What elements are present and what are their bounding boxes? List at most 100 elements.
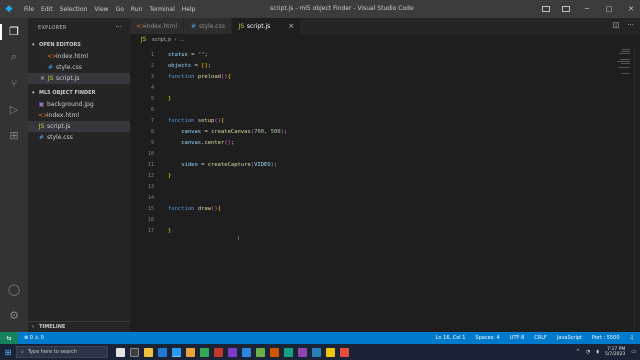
extensions-icon[interactable]: ⊞ [7,128,21,142]
open-editor-item-active[interactable]: × JS script.js [28,73,130,84]
source-control-icon[interactable]: ⑂ [7,76,21,90]
toggle-sidebar-layout-icon[interactable] [542,6,550,12]
open-editor-item[interactable]: # style.css [28,62,130,73]
encoding[interactable]: UTF-8 [510,335,525,341]
menu-edit[interactable]: Edit [41,6,53,13]
vertical-scrollbar[interactable] [634,45,640,332]
account-icon[interactable]: ◯ [7,282,21,296]
image-file-icon: ▣ [38,101,45,108]
file-explorer-icon[interactable] [144,347,153,357]
breadcrumb-file[interactable]: script.js [152,37,172,43]
html-file-icon: <> [38,112,49,119]
token: } [168,96,172,102]
js-file-icon: JS [47,75,54,82]
notifications-icon[interactable]: ▭ [631,349,636,355]
timeline-section[interactable]: › TIMELINE [28,321,130,332]
explorer-icon[interactable]: ❐ [7,24,21,38]
file-item[interactable]: ▣ background.jpg [28,99,130,110]
close-icon[interactable]: ✕ [626,5,636,13]
menu-bar: File Edit Selection View Go Run Terminal… [18,6,195,13]
timeline-header[interactable]: › TIMELINE [28,322,130,332]
app-icon[interactable] [186,347,195,357]
more-actions-icon[interactable]: ··· [627,21,634,29]
line-number: 3 [150,74,154,80]
maximize-icon[interactable]: □ [604,5,614,13]
windows-taskbar: ⊞ ⌕ Type here to search ^ ◔ ◖ 7:17 PM 5/… [0,344,640,360]
taskbar-search[interactable]: ⌕ Type here to search [16,346,108,358]
menu-view[interactable]: View [94,6,108,13]
app-icon[interactable] [270,347,279,357]
file-item[interactable]: <> index.html [28,110,130,121]
app-icon[interactable] [228,347,237,357]
menu-file[interactable]: File [24,6,34,13]
tab-style-css[interactable]: # style.css [184,18,232,34]
tab-label: script.js [246,22,271,30]
tray-chevron-icon[interactable]: ^ [576,349,580,355]
app-icon[interactable] [312,347,321,357]
token: ; [204,52,208,58]
code-line: status = ""; [168,52,208,58]
app-icon[interactable] [242,347,251,357]
live-server-port[interactable]: Port : 5500 [592,335,620,341]
css-file-icon: # [38,134,45,141]
language-mode[interactable]: JavaScript [557,335,582,341]
minimize-icon[interactable]: ─ [582,5,592,13]
status-bar: ⇆ ⊗ 0 ⚠ 0 Ln 16, Col 1 Spaces: 4 UTF-8 C… [0,332,640,344]
problems-count[interactable]: ⊗ 0 ⚠ 0 [24,335,44,341]
app-icon[interactable] [298,347,307,357]
menu-run[interactable]: Run [131,6,143,13]
chevron-right-icon: › [32,324,35,330]
chrome-icon[interactable] [200,347,209,357]
menu-help[interactable]: Help [182,6,196,13]
network-icon[interactable]: ◔ [586,349,590,355]
open-editors-header[interactable]: ▾ OPEN EDITORS [28,40,130,50]
token: = [191,63,202,69]
tab-label: style.css [199,22,225,30]
close-icon[interactable]: × [40,75,47,82]
run-debug-icon[interactable]: ▷ [7,102,21,116]
line-number: 14 [147,195,154,201]
task-view-icon[interactable] [116,347,125,357]
taskbar-apps [108,347,349,357]
menu-go[interactable]: Go [116,6,124,13]
token: ; [207,63,212,69]
code-editor[interactable]: 1 2 3 4 5 6 7 8 9 10 11 12 13 14 15 16 1… [130,45,640,332]
line-number: 9 [150,140,154,146]
token: ; [230,140,235,146]
split-editor-icon[interactable]: ◫ [613,21,620,29]
app-icon[interactable] [256,347,265,357]
search-icon[interactable]: ⌕ [7,50,21,64]
volume-icon[interactable]: ◖ [596,349,599,355]
token: () [211,206,218,212]
settings-gear-icon[interactable]: ⚙ [7,308,21,322]
windows-start-icon[interactable]: ⊞ [0,344,16,360]
app-icon[interactable] [326,347,335,357]
file-item-active[interactable]: JS script.js [28,121,130,132]
close-tab-icon[interactable]: × [288,22,294,30]
clock[interactable]: 7:17 PM 5/7/2023 [605,347,625,357]
tab-script-js[interactable]: JS script.js × [231,18,302,34]
file-item[interactable]: # style.css [28,132,130,143]
tab-label: index.html [145,22,177,30]
edge-icon[interactable] [158,347,167,357]
token: objects [168,63,192,69]
more-actions-icon[interactable]: ··· [115,23,122,31]
menu-selection[interactable]: Selection [60,6,88,13]
app-icon[interactable] [214,347,223,357]
toggle-panel-layout-icon[interactable] [562,6,570,12]
code-line: video = createCapture(VIDEO); [168,162,277,168]
notifications-bell-icon[interactable]: ♫ [630,335,634,341]
app-icon[interactable] [130,347,139,357]
folder-header[interactable]: ▾ ML5 OBJECT FINDER [28,88,130,98]
remote-indicator-icon[interactable]: ⇆ [0,332,18,344]
tab-index-html[interactable]: <> index.html [130,18,184,34]
menu-terminal[interactable]: Terminal [149,6,174,13]
indentation[interactable]: Spaces: 4 [475,335,499,341]
app-icon[interactable] [284,347,293,357]
open-editor-item[interactable]: <> index.html [28,51,130,62]
cursor-position[interactable]: Ln 16, Col 1 [436,335,466,341]
line-ending[interactable]: CRLF [534,335,547,341]
line-number: 16 [147,217,154,223]
app-icon[interactable] [340,347,349,357]
vscode-taskbar-icon[interactable] [172,347,181,357]
